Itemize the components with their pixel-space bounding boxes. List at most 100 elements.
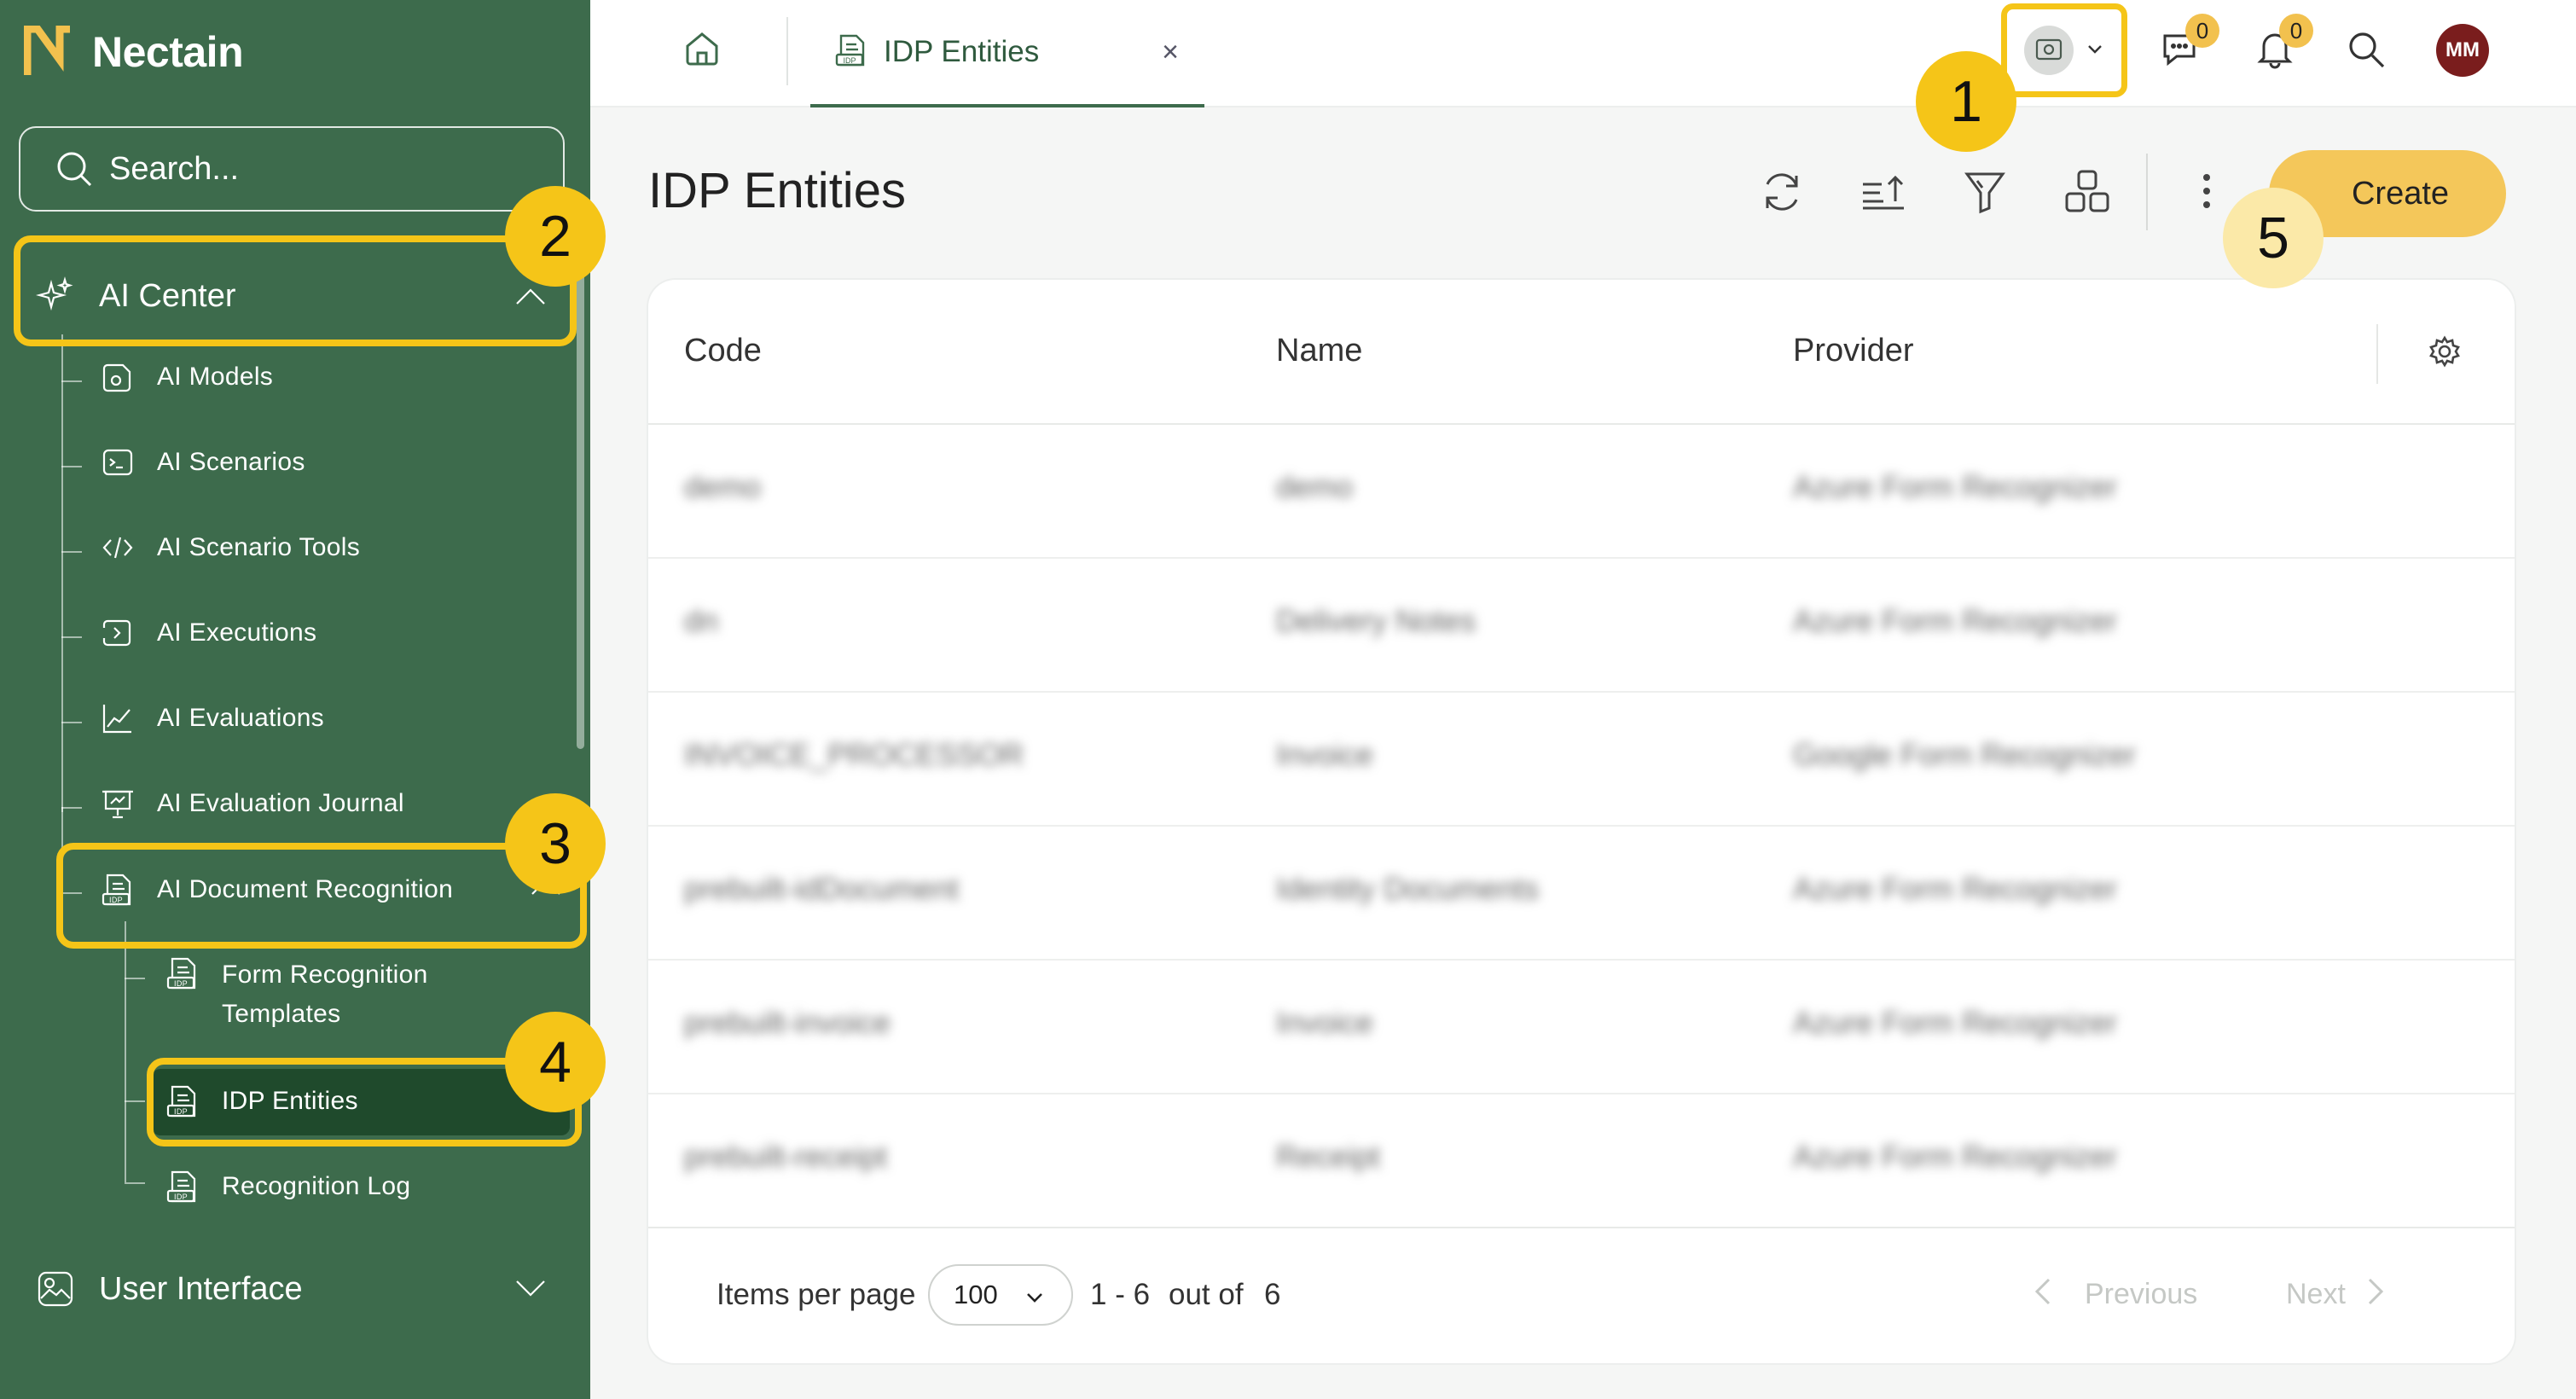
ai-model-icon: [101, 360, 135, 394]
sidebar-scrollbar[interactable]: [577, 256, 584, 749]
sidebar-item-label: Recognition Log: [222, 1172, 411, 1200]
chevron-right-icon: [2363, 1274, 2388, 1316]
sidebar-item-label: AI Scenario Tools: [157, 533, 361, 561]
table-header: Code Name Provider: [648, 280, 2515, 425]
search-placeholder: Search...: [109, 150, 240, 187]
sidebar-item-label: AI Evaluations: [157, 704, 324, 732]
gear-icon[interactable]: [2428, 334, 2462, 373]
idp-document-icon: IDP: [165, 955, 200, 991]
sort-icon[interactable]: [1858, 167, 1907, 221]
column-header-provider[interactable]: Provider: [1793, 333, 1914, 369]
callout-badge: 1: [1916, 51, 2016, 152]
idp-document-icon: IDP: [165, 1169, 200, 1205]
chat-count-badge: 0: [2185, 14, 2219, 48]
home-icon[interactable]: [682, 29, 722, 73]
sidebar-item-label: AI Scenarios: [157, 448, 305, 476]
tab-idp-entities[interactable]: IDP IDP Entities ×: [810, 0, 1204, 107]
cell-name: Invoice: [1276, 1005, 1374, 1040]
previous-button[interactable]: Previous: [2085, 1278, 2197, 1311]
presentation-icon: [101, 787, 135, 821]
table-row[interactable]: prebuilt-idDocument Identity Documents A…: [648, 827, 2515, 961]
terminal-icon: [101, 445, 135, 479]
chevron-down-icon: [513, 1271, 548, 1314]
sidebar-item-label: AI Executions: [157, 618, 317, 647]
filter-icon[interactable]: [1960, 167, 2010, 221]
cell-name: Identity Documents: [1276, 871, 1540, 906]
sidebar-item-label: Form Recognition Templates: [222, 955, 428, 1034]
column-header-code[interactable]: Code: [684, 333, 762, 369]
sidebar-item-ai-evaluation-journal[interactable]: AI Evaluation Journal: [101, 787, 404, 821]
sidebar-item-ai-scenarios[interactable]: AI Scenarios: [101, 445, 305, 479]
items-per-page-select[interactable]: 100: [928, 1264, 1073, 1326]
callout-badge: 3: [505, 793, 606, 894]
items-per-page-label: Items per page: [717, 1278, 916, 1311]
svg-text:IDP: IDP: [843, 56, 856, 65]
table-row[interactable]: demo demo Azure Form Recognizer: [648, 425, 2515, 559]
more-options-icon[interactable]: [2194, 167, 2219, 221]
grid-view-icon[interactable]: [2063, 167, 2112, 221]
sidebar-search[interactable]: Search...: [19, 126, 565, 212]
sidebar-item-label: User Interface: [99, 1270, 303, 1307]
sidebar-item-form-recognition-templates[interactable]: IDP Form Recognition Templates: [165, 955, 428, 1034]
table-row[interactable]: INVOICE_PROCESSOR Invoice Google Form Re…: [648, 693, 2515, 827]
search-icon[interactable]: [2346, 29, 2387, 74]
page-title: IDP Entities: [648, 163, 906, 218]
page-range: 1 - 6: [1090, 1278, 1151, 1311]
line-chart-icon: [101, 701, 135, 735]
user-avatar[interactable]: MM: [2436, 24, 2489, 77]
out-of-label: out of: [1169, 1278, 1244, 1311]
table-card: Code Name Provider demo demo Azure Form …: [648, 280, 2515, 1363]
refresh-icon[interactable]: [1757, 167, 1807, 221]
label-line-2: Templates: [222, 1000, 341, 1028]
chevron-down-icon: [2086, 39, 2104, 62]
cell-name: demo: [1276, 469, 1354, 504]
column-header-name[interactable]: Name: [1276, 333, 1362, 369]
sidebar-item-ai-evaluations[interactable]: AI Evaluations: [101, 701, 324, 735]
cell-provider: Azure Form Recognizer: [1793, 469, 2118, 504]
cell-provider: Azure Form Recognizer: [1793, 603, 2118, 638]
cell-code: INVOICE_PROCESSOR: [684, 737, 1024, 772]
sidebar-item-recognition-log[interactable]: IDP Recognition Log: [165, 1169, 410, 1205]
idp-document-icon: IDP: [834, 32, 868, 73]
cell-code: dn: [684, 603, 719, 638]
play-icon: [101, 616, 135, 650]
label-line-1: Form Recognition: [222, 961, 428, 989]
callout-badge: 5: [2223, 188, 2324, 288]
header-divider: [2376, 324, 2378, 384]
nectain-logo-icon: [24, 26, 70, 75]
next-button[interactable]: Next: [2286, 1278, 2346, 1311]
search-icon: [57, 152, 92, 187]
sidebar-item-ai-models[interactable]: AI Models: [101, 360, 273, 394]
sidebar-item-ai-scenario-tools[interactable]: AI Scenario Tools: [101, 531, 360, 565]
table-row[interactable]: prebuilt-receipt Receipt Azure Form Reco…: [648, 1094, 2515, 1228]
table-row[interactable]: dn Delivery Notes Azure Form Recognizer: [648, 559, 2515, 693]
code-icon: [101, 531, 135, 565]
pagination-bar: Items per page 100 1 - 6 out of 6 Previo…: [648, 1227, 2515, 1363]
chevron-left-icon: [2030, 1274, 2056, 1316]
app-name: Nectain: [92, 28, 244, 76]
sidebar: Nectain Search... AI Center AI Models AI…: [0, 0, 590, 1399]
cell-provider: Azure Form Recognizer: [1793, 871, 2118, 906]
image-icon: [36, 1269, 75, 1309]
svg-text:IDP: IDP: [174, 1193, 188, 1201]
chevron-down-icon: [1027, 1293, 1042, 1303]
notification-count-badge: 0: [2279, 14, 2313, 48]
cell-provider: Azure Form Recognizer: [1793, 1005, 2118, 1040]
callout-badge: 4: [505, 1012, 606, 1112]
cell-name: Receipt: [1276, 1139, 1381, 1174]
close-icon[interactable]: ×: [1162, 36, 1179, 69]
app-switcher-button[interactable]: [2001, 3, 2127, 97]
items-per-page-value: 100: [954, 1280, 998, 1309]
cell-code: demo: [684, 469, 762, 504]
app-logo[interactable]: Nectain: [24, 26, 244, 78]
table-row[interactable]: prebuilt-invoice Invoice Azure Form Reco…: [648, 961, 2515, 1094]
tab-label: IDP Entities: [884, 35, 1040, 68]
app-switcher-icon: [2024, 26, 2074, 75]
sidebar-item-user-interface[interactable]: User Interface: [36, 1259, 556, 1319]
cell-code: prebuilt-invoice: [684, 1005, 891, 1040]
tab-divider: [786, 17, 788, 85]
toolbar-divider: [2146, 154, 2148, 230]
cell-provider: Google Form Recognizer: [1793, 737, 2137, 772]
svg-text:IDP: IDP: [174, 979, 188, 988]
sidebar-item-ai-executions[interactable]: AI Executions: [101, 616, 316, 650]
